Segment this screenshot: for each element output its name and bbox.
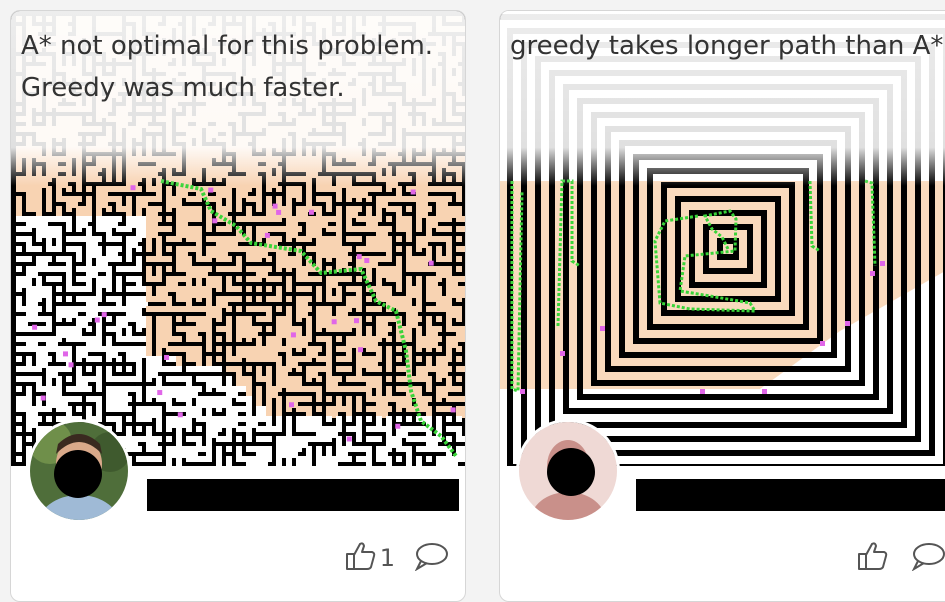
post-card[interactable]: greedy takes longer path than A* bbox=[499, 10, 945, 602]
maze-thumbnail[interactable]: greedy takes longer path than A* bbox=[500, 11, 945, 466]
author-name-redacted bbox=[636, 479, 945, 511]
comment-icon[interactable] bbox=[413, 541, 449, 575]
thumbs-up-icon[interactable] bbox=[344, 539, 378, 577]
avatar[interactable] bbox=[27, 419, 131, 523]
post-card[interactable]: A* not optimal for this problem. Greedy … bbox=[10, 10, 466, 602]
like-count: 1 bbox=[379, 544, 395, 572]
avatar[interactable] bbox=[516, 419, 620, 523]
post-caption: A* not optimal for this problem. Greedy … bbox=[21, 31, 434, 103]
maze-thumbnail[interactable]: A* not optimal for this problem. Greedy … bbox=[11, 11, 465, 466]
thumbs-up-icon[interactable] bbox=[856, 539, 890, 577]
comment-icon[interactable] bbox=[910, 541, 945, 575]
post-caption: greedy takes longer path than A* bbox=[510, 31, 944, 61]
author-name-redacted bbox=[147, 479, 459, 511]
